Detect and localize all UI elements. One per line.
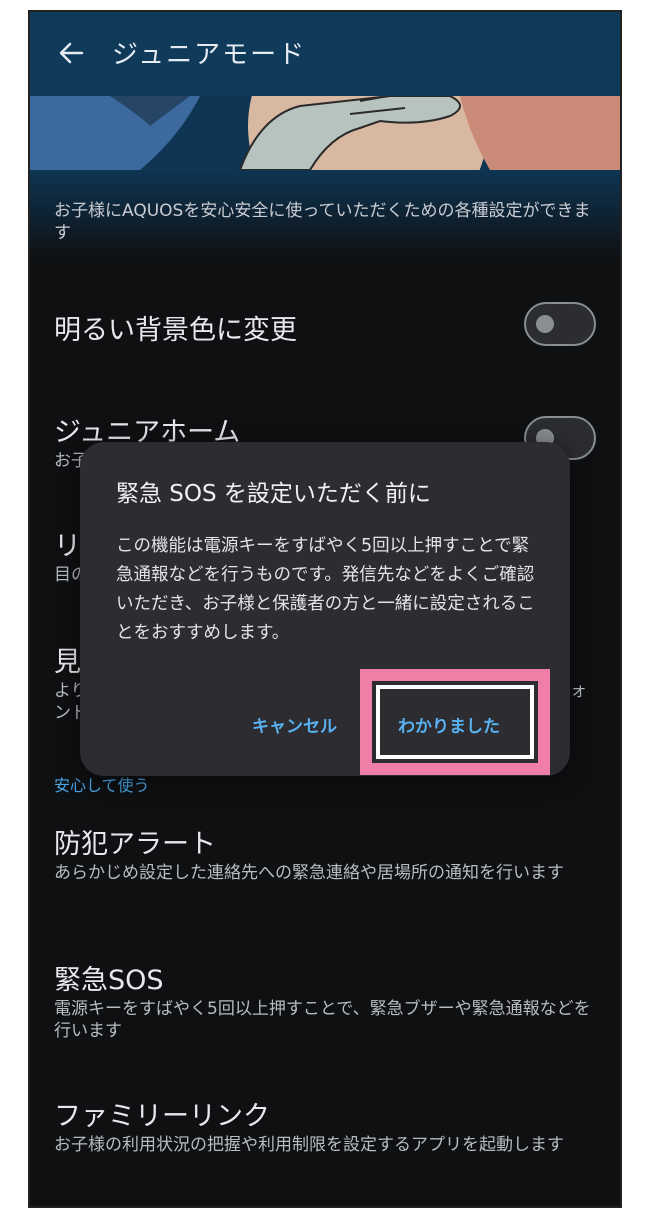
emergency-sos-title[interactable]: 緊急SOS — [54, 958, 164, 997]
cancel-button[interactable]: キャンセル — [252, 712, 337, 737]
app-bar: ジュニアモード — [30, 12, 620, 96]
arrow-left-icon[interactable] — [56, 38, 86, 68]
bright-background-toggle[interactable] — [524, 302, 596, 346]
bright-background-title[interactable]: 明るい背景色に変更 — [54, 308, 297, 347]
setting-item-3-title[interactable]: リ — [54, 524, 81, 563]
dialog-body: この機能は電源キーをすばやく5回以上押すことで緊急通報などを行うものです。発信先… — [116, 536, 535, 643]
emergency-sos-subtitle: 電源キーをすばやく5回以上押すことで、緊急ブザーや緊急通報などを行います — [54, 999, 591, 1041]
mode-description: お子様にAQUOSを安心安全に使っていただくための各種設定ができます — [54, 201, 591, 243]
banner-illustration — [30, 96, 620, 170]
ok-button-highlight-inner — [376, 685, 534, 759]
family-link-title[interactable]: ファミリーリンク — [54, 1094, 270, 1133]
page-title: ジュニアモード — [112, 40, 307, 70]
setting-item-4-title[interactable]: 見 — [54, 640, 81, 679]
dialog-title: 緊急 SOS を設定いただく前に — [116, 481, 431, 507]
crime-alert-title[interactable]: 防犯アラート — [54, 822, 216, 861]
crime-alert-subtitle: あらかじめ設定した連絡先への緊急連絡や居場所の通知を行います — [54, 863, 564, 883]
phone-screen: ジュニアモード お子様にAQUOSを安心安全に使っていただくための各種設定ができ… — [28, 10, 622, 1208]
setting-item-4-subtitle-tail: ォ — [570, 681, 587, 701]
toggle-knob — [536, 315, 554, 333]
family-link-subtitle: お子様の利用状況の把握や利用制限を設定するアプリを起動します — [54, 1135, 564, 1155]
